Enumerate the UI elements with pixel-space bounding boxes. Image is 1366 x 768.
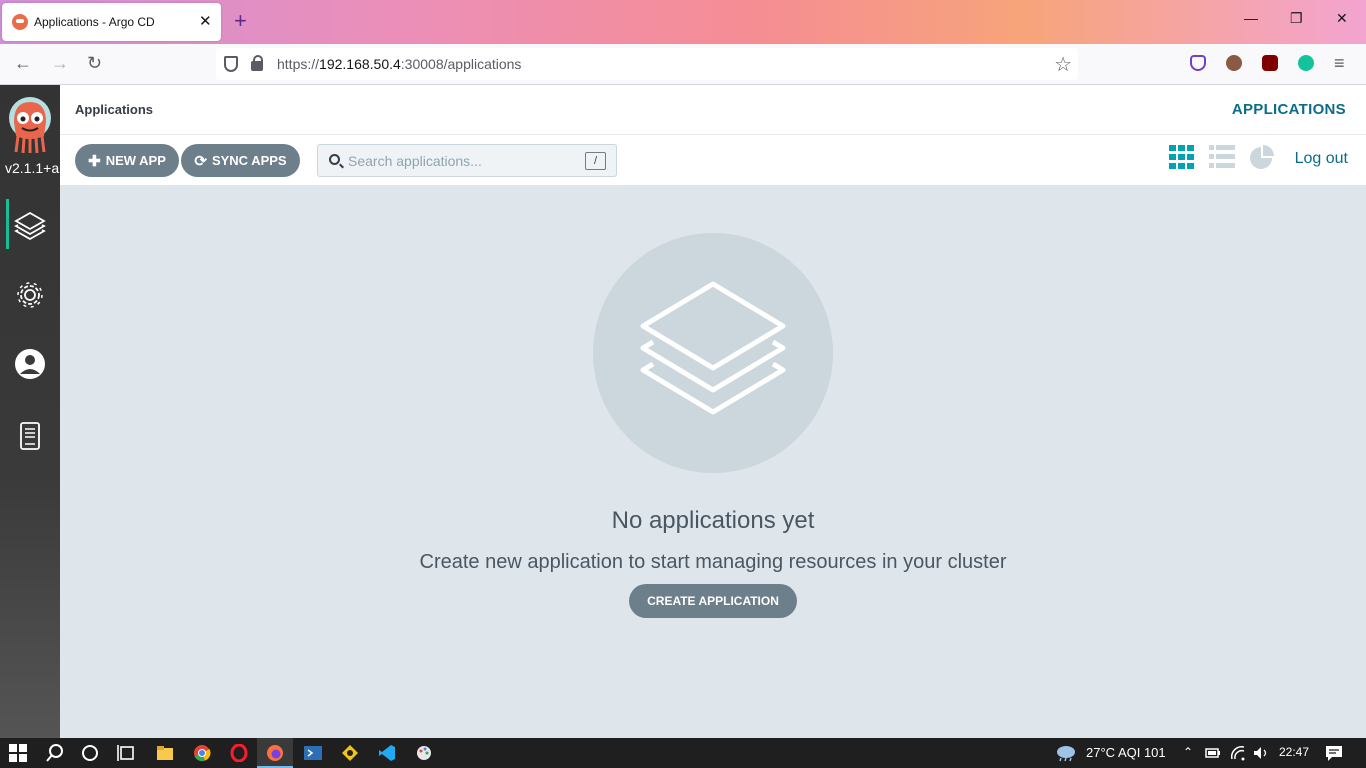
logout-link[interactable]: Log out	[1295, 150, 1348, 168]
windows-start-icon[interactable]	[9, 744, 27, 762]
sidebar-item-settings[interactable]	[0, 269, 60, 319]
weather-cloud-icon[interactable]	[1055, 744, 1077, 762]
wifi-icon[interactable]	[1230, 744, 1246, 762]
list-view-icon[interactable]	[1209, 145, 1235, 169]
search-shortcut-hint: /	[585, 152, 606, 170]
browser-tab[interactable]: Applications - Argo CD ✕	[2, 3, 221, 41]
restore-button[interactable]: ❐	[1290, 10, 1303, 27]
opera-icon[interactable]	[230, 744, 248, 762]
toolbar: ✚ NEW APP ⟳ SYNC APPS /	[60, 135, 1366, 186]
profile-avatar-icon[interactable]	[1226, 55, 1242, 71]
layers-icon	[640, 281, 786, 415]
search-icon	[329, 154, 340, 165]
lock-icon[interactable]	[251, 55, 263, 71]
back-icon[interactable]: ←	[14, 53, 32, 74]
search-box[interactable]: /	[317, 144, 617, 177]
breadcrumb[interactable]: Applications	[75, 102, 153, 117]
new-app-label: NEW APP	[105, 153, 166, 168]
browser-navbar: ← → ↻ https://192.168.50.4:30008/applica…	[0, 44, 1366, 85]
task-view-icon[interactable]	[117, 744, 135, 762]
battery-icon[interactable]	[1205, 744, 1221, 762]
plus-icon: ✚	[88, 152, 101, 170]
layers-icon	[14, 211, 46, 241]
user-icon	[15, 349, 45, 379]
chrome-icon[interactable]	[193, 744, 211, 762]
sidebar-item-user-info[interactable]	[0, 338, 60, 388]
firefox-icon[interactable]	[266, 744, 284, 762]
docs-icon	[20, 422, 40, 450]
browser-tab-strip: Applications - Argo CD ✕ + — ❐ ✕	[0, 0, 1366, 44]
paint-icon[interactable]	[415, 744, 433, 762]
empty-state-subtitle: Create new application to start managing…	[419, 551, 1007, 573]
sidebar-item-documentation[interactable]	[0, 410, 60, 460]
sidebar-item-applications[interactable]	[0, 199, 60, 249]
grammarly-icon[interactable]	[1298, 55, 1314, 71]
top-header: Applications APPLICATIONS	[60, 85, 1366, 135]
create-application-button[interactable]: CREATE APPLICATION	[629, 584, 797, 618]
sidebar: v2.1.1+a	[0, 85, 60, 738]
forward-icon[interactable]: →	[51, 53, 69, 74]
clock[interactable]: 22:47	[1279, 745, 1309, 759]
sync-apps-button[interactable]: ⟳ SYNC APPS	[181, 144, 300, 177]
search-input[interactable]	[348, 151, 578, 171]
search-icon[interactable]	[46, 744, 64, 762]
powershell-icon[interactable]	[304, 744, 322, 762]
menu-hamburger-icon[interactable]: ≡	[1334, 53, 1345, 74]
sync-apps-label: SYNC APPS	[211, 153, 287, 168]
url-text[interactable]: https://192.168.50.4:30008/applications	[277, 56, 521, 72]
cortana-icon[interactable]	[81, 744, 99, 762]
reload-icon[interactable]: ↻	[87, 53, 102, 74]
notification-center-icon[interactable]	[1325, 744, 1343, 762]
weather-text[interactable]: 27°C AQI 101	[1086, 745, 1166, 760]
file-explorer-icon[interactable]	[156, 744, 174, 762]
version-label: v2.1.1+a	[5, 160, 60, 176]
pocket-icon[interactable]	[1190, 55, 1206, 71]
page-title: APPLICATIONS	[1231, 101, 1346, 118]
new-app-button[interactable]: ✚ NEW APP	[75, 144, 179, 177]
empty-state-title: No applications yet	[611, 507, 815, 534]
main-content: No applications yet Create new applicati…	[60, 186, 1366, 738]
window-close-button[interactable]: ✕	[1336, 10, 1348, 27]
tracking-shield-icon[interactable]	[224, 56, 238, 72]
gear-icon	[17, 282, 43, 308]
vscode-icon[interactable]	[378, 744, 396, 762]
argo-logo[interactable]	[8, 96, 52, 154]
git-kraken-icon[interactable]	[341, 744, 359, 762]
volume-icon[interactable]	[1253, 744, 1269, 762]
bookmark-star-icon[interactable]: ☆	[1054, 52, 1072, 77]
tiles-view-icon[interactable]	[1169, 145, 1195, 169]
summary-view-icon[interactable]	[1249, 145, 1275, 169]
minimize-button[interactable]: —	[1244, 10, 1258, 26]
tab-close-icon[interactable]: ✕	[199, 12, 212, 30]
os-taskbar: 27°C AQI 101 ⌃ 22:47	[0, 738, 1366, 768]
empty-state-illustration	[593, 233, 833, 473]
argo-favicon-icon	[12, 14, 28, 30]
screen: Applications - Argo CD ✕ + — ❐ ✕ ← → ↻ h…	[0, 0, 1366, 768]
new-tab-button[interactable]: +	[234, 8, 247, 34]
tray-chevron-icon[interactable]: ⌃	[1183, 745, 1193, 759]
tab-title: Applications - Argo CD	[34, 15, 155, 29]
ublock-icon[interactable]	[1262, 55, 1278, 71]
sync-icon: ⟳	[194, 152, 207, 170]
url-bar[interactable]: https://192.168.50.4:30008/applications …	[216, 48, 1078, 80]
